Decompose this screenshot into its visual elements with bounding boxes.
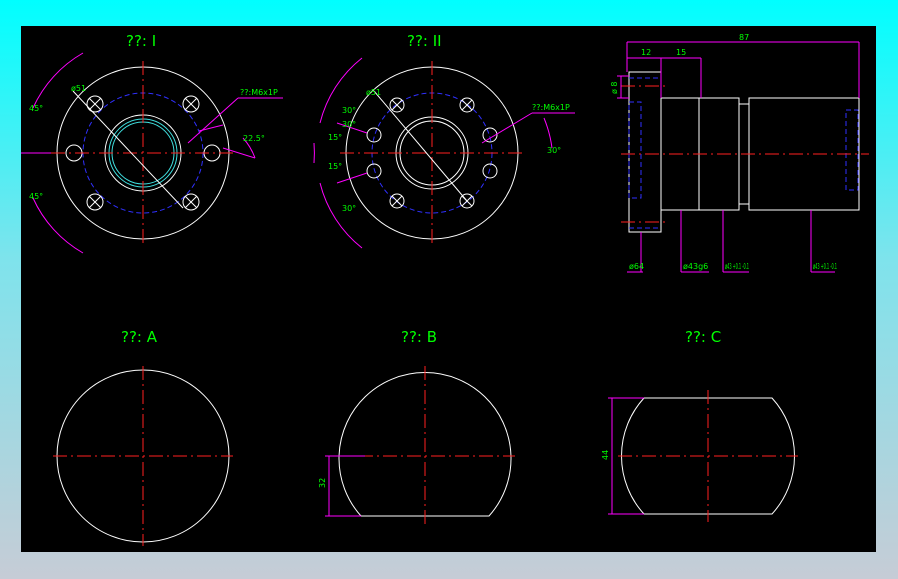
view-ii-angle-1: 30° [342, 120, 356, 129]
view-ii-angle-4: 15° [328, 162, 342, 171]
view-i: ø51 ??:M6x1P 45° 45° 22.5° [21, 52, 283, 254]
view-ii-dia-label: ø51 [366, 88, 381, 97]
dim-dia-43-b: ø43 +0.1 -0.1 [813, 262, 837, 271]
view-a [53, 366, 233, 546]
drawing-sheet: ø51 ??:M6x1P 45° 45° 22.5° ??: I ø51 ??:… [21, 32, 869, 546]
view-b-title: ??: B [401, 328, 437, 346]
view-i-angle-3: 22.5° [243, 134, 265, 143]
view-i-title: ??: I [126, 32, 156, 50]
dim-12: 12 [641, 48, 651, 57]
view-i-dia-label: ø51 [71, 84, 86, 93]
dim-dia-43g6: ø43g6 [683, 262, 708, 271]
view-i-angle-2: 45° [29, 192, 43, 201]
view-ii-angle-6: 30° [342, 106, 356, 115]
flange-section [628, 71, 662, 233]
dim-44: 44 [601, 450, 610, 460]
cad-drawing-canvas[interactable]: ø51 ??:M6x1P 45° 45° 22.5° ??: I ø51 ??:… [21, 26, 876, 552]
leader-line [373, 90, 468, 202]
view-ii-angle-2: 30° [547, 146, 561, 155]
view-a-title: ??: A [121, 328, 158, 346]
side-view: 12 15 87 ø 8 ø64 ø43g6 ø43 +0.1 -0.1 ø43… [610, 33, 869, 273]
view-ii-title: ??: II [407, 32, 442, 50]
view-ii: ø51 ??:M6x1P 30° 30° 15° 15° 30° 30° [313, 57, 575, 249]
leader-line [72, 90, 184, 209]
view-c: 44 [601, 390, 798, 522]
dim-dia-8: ø 8 [610, 81, 619, 94]
view-ii-angle-5: 30° [342, 204, 356, 213]
dim-87: 87 [739, 33, 749, 42]
view-ii-angle-3: 15° [328, 133, 342, 142]
dim-15: 15 [676, 48, 686, 57]
view-b: 32 [318, 366, 515, 524]
view-c-title: ??: C [685, 328, 721, 346]
dim-dia-64: ø64 [629, 262, 644, 271]
view-i-thread-label: ??:M6x1P [240, 88, 278, 97]
view-i-angle-1: 45° [29, 104, 43, 113]
view-ii-thread-label: ??:M6x1P [532, 103, 570, 112]
dim-32: 32 [318, 478, 327, 488]
dim-dia-43-a: ø43 +0.1 -0.1 [725, 262, 749, 271]
